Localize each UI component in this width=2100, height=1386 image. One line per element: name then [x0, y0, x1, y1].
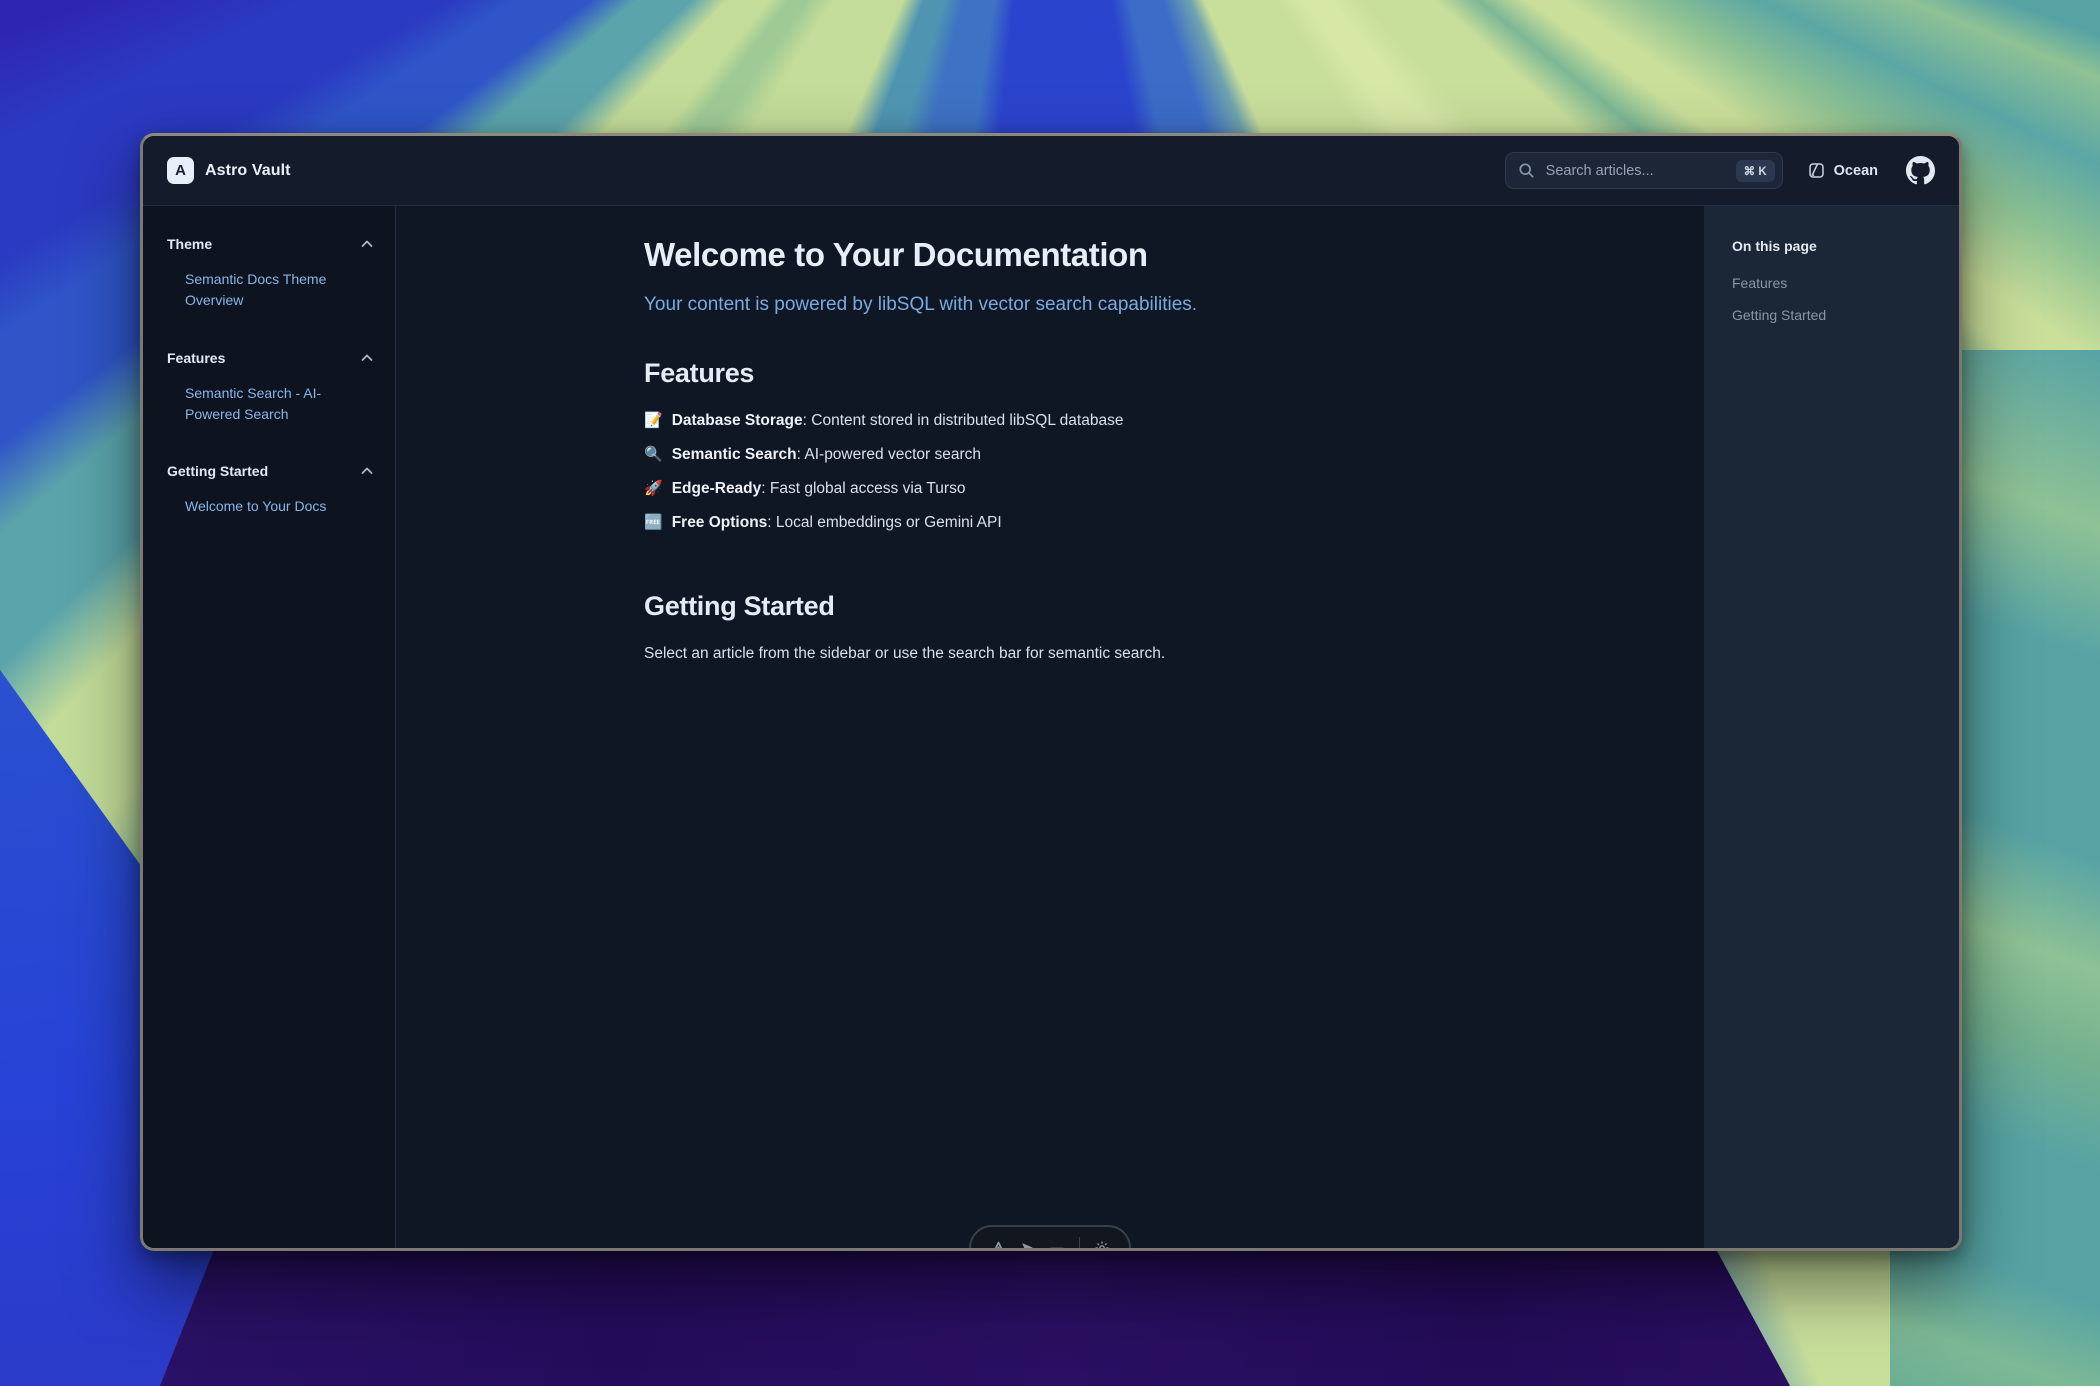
github-icon	[1906, 156, 1935, 185]
site-header: A Astro Vault ⌘ K Ocean	[143, 136, 1959, 206]
chevron-up-icon	[361, 354, 373, 362]
toc-link-features[interactable]: Features	[1732, 275, 1931, 291]
theme-selector[interactable]: Ocean	[1807, 161, 1878, 180]
search-shortcut-badge: ⌘ K	[1736, 160, 1775, 182]
search-input[interactable]	[1544, 162, 1727, 180]
feature-item-free-options: 🆓 Free Options: Local embeddings or Gemin…	[644, 511, 1456, 535]
app-window: A Astro Vault ⌘ K Ocean	[140, 133, 1962, 1251]
getting-started-heading: Getting Started	[644, 591, 1456, 622]
feature-item-semantic-search: 🔍 Semantic Search: AI-powered vector sear…	[644, 443, 1456, 467]
rocket-emoji-icon: 🚀	[644, 480, 663, 497]
feature-description: : AI-powered vector search	[797, 446, 981, 463]
site-logo-icon: A	[167, 157, 194, 184]
sidebar-link-semantic-search[interactable]: Semantic Search - AI-Powered Search	[185, 383, 363, 426]
devbar-divider	[1079, 1237, 1080, 1251]
audit-icon[interactable]	[1049, 1241, 1065, 1252]
sidebar-group-toggle-features[interactable]: Features	[167, 350, 373, 366]
astro-dev-toolbar[interactable]	[969, 1225, 1131, 1251]
header-actions: ⌘ K Ocean	[1505, 152, 1935, 189]
getting-started-text: Select an article from the sidebar or us…	[644, 642, 1456, 666]
feature-label: Edge-Ready	[672, 480, 762, 497]
docs-sidebar: Theme Semantic Docs Theme Overview Featu…	[143, 206, 396, 1248]
site-title: Astro Vault	[205, 162, 291, 180]
features-heading: Features	[644, 358, 1456, 389]
window-body: Theme Semantic Docs Theme Overview Featu…	[143, 206, 1959, 1248]
features-list: 📝 Database Storage: Content stored in dis…	[644, 409, 1456, 535]
feature-label: Free Options	[672, 514, 768, 531]
on-this-page-title: On this page	[1732, 238, 1931, 254]
magnifier-emoji-icon: 🔍	[644, 446, 663, 463]
feature-description: : Fast global access via Turso	[761, 480, 965, 497]
sidebar-group-label: Theme	[167, 236, 212, 252]
theme-name-label: Ocean	[1834, 163, 1878, 179]
swatchbook-icon	[1807, 161, 1826, 180]
inspect-arrow-icon[interactable]	[1020, 1241, 1035, 1252]
sidebar-link-welcome-to-your-docs[interactable]: Welcome to Your Docs	[185, 496, 363, 517]
sidebar-link-semantic-docs-theme-overview[interactable]: Semantic Docs Theme Overview	[185, 269, 363, 312]
search-icon	[1518, 162, 1535, 179]
astro-logo-icon[interactable]	[991, 1241, 1006, 1252]
sidebar-group-toggle-theme[interactable]: Theme	[167, 236, 373, 252]
sidebar-group-features: Features Semantic Search - AI-Powered Se…	[167, 350, 373, 426]
chevron-up-icon	[361, 240, 373, 248]
page-title: Welcome to Your Documentation	[644, 236, 1456, 274]
feature-item-database-storage: 📝 Database Storage: Content stored in dis…	[644, 409, 1456, 433]
sidebar-group-label: Features	[167, 350, 225, 366]
feature-description: : Local embeddings or Gemini API	[767, 514, 1001, 531]
github-link[interactable]	[1906, 156, 1935, 185]
feature-item-edge-ready: 🚀 Edge-Ready: Fast global access via Turs…	[644, 477, 1456, 501]
site-brand[interactable]: A Astro Vault	[167, 157, 291, 184]
free-emoji-icon: 🆓	[644, 514, 663, 531]
feature-label: Database Storage	[672, 412, 803, 429]
on-this-page-panel: On this page Features Getting Started	[1704, 206, 1959, 1248]
search-bar[interactable]: ⌘ K	[1505, 152, 1783, 189]
sidebar-group-toggle-getting-started[interactable]: Getting Started	[167, 463, 373, 479]
wallpaper-purple-floor	[150, 1248, 1810, 1386]
intro-link-text[interactable]: Your content is powered by libSQL with v…	[644, 294, 1456, 316]
sidebar-group-getting-started: Getting Started Welcome to Your Docs	[167, 463, 373, 517]
sidebar-group-label: Getting Started	[167, 463, 268, 479]
chevron-up-icon	[361, 467, 373, 475]
sidebar-group-theme: Theme Semantic Docs Theme Overview	[167, 236, 373, 312]
toc-link-getting-started[interactable]: Getting Started	[1732, 307, 1931, 323]
main-content: Welcome to Your Documentation Your conte…	[396, 206, 1704, 1248]
doc-article: Welcome to Your Documentation Your conte…	[644, 206, 1456, 666]
settings-gear-icon[interactable]	[1094, 1240, 1110, 1251]
feature-description: : Content stored in distributed libSQL d…	[803, 412, 1124, 429]
memo-emoji-icon: 📝	[644, 412, 663, 429]
feature-label: Semantic Search	[672, 446, 797, 463]
